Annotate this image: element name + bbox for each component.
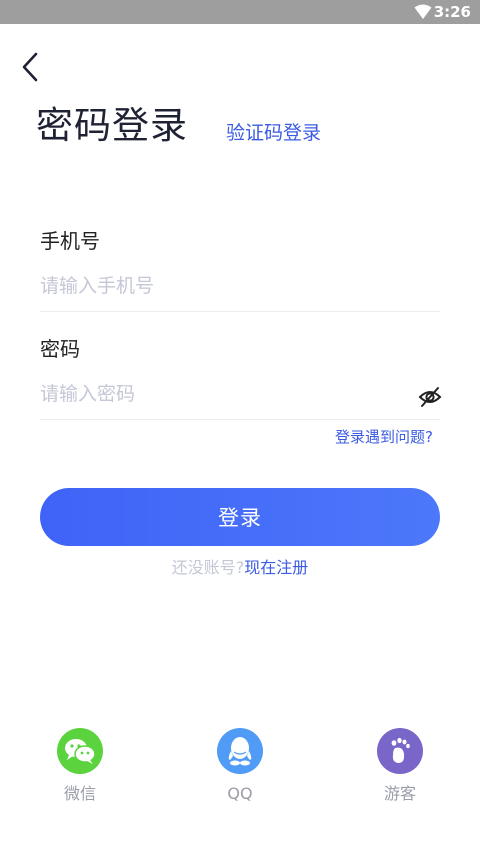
wechat-login-button[interactable]: 微信 — [40, 728, 120, 804]
guest-login-button[interactable]: 游客 — [360, 728, 440, 804]
wechat-label: 微信 — [63, 784, 96, 803]
wechat-icon — [57, 728, 103, 774]
footprint-icon — [377, 728, 423, 774]
chevron-left-icon — [22, 52, 38, 82]
eye-off-icon — [418, 387, 442, 407]
password-visibility-toggle[interactable] — [417, 384, 443, 410]
register-link[interactable]: 现在注册 — [244, 558, 308, 577]
back-button[interactable] — [14, 50, 46, 84]
page-title: 密码登录 — [36, 104, 188, 147]
qq-icon — [217, 728, 263, 774]
password-divider — [40, 419, 440, 420]
guest-label: 游客 — [383, 784, 416, 803]
password-input[interactable] — [40, 376, 410, 412]
phone-label: 手机号 — [40, 229, 100, 253]
status-bar: 3:26 — [0, 0, 480, 24]
register-row: 还没账号?现在注册 — [0, 557, 480, 579]
sms-login-link[interactable]: 验证码登录 — [226, 120, 321, 146]
phone-input[interactable] — [40, 268, 440, 304]
status-time: 3:26 — [433, 3, 471, 21]
qq-login-button[interactable]: QQ — [200, 728, 280, 804]
login-button[interactable]: 登录 — [40, 488, 440, 546]
qq-label: QQ — [227, 784, 253, 803]
register-prompt: 还没账号? — [171, 558, 245, 577]
wifi-icon — [414, 4, 432, 19]
phone-divider — [40, 311, 440, 312]
login-problem-link[interactable]: 登录遇到问题? — [335, 426, 433, 448]
password-label: 密码 — [40, 337, 80, 361]
